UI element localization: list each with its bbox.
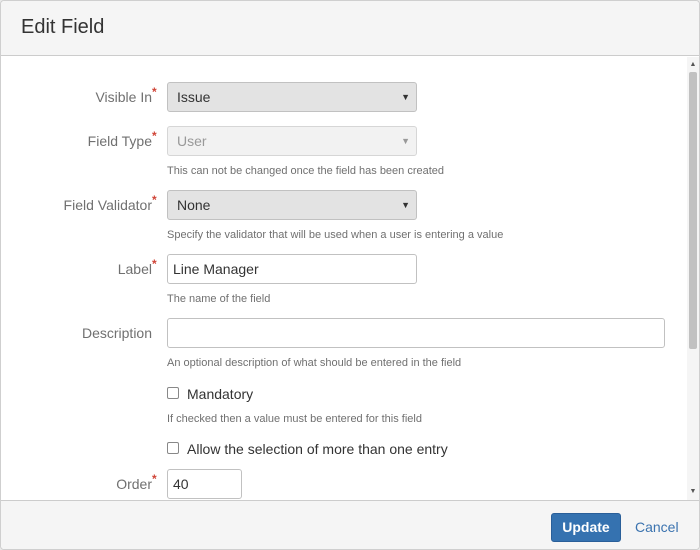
order-input[interactable]: 40 <box>167 469 242 499</box>
visible-in-select[interactable]: Issue ▼ <box>167 82 417 112</box>
required-marker: * <box>152 129 157 143</box>
field-type-value: User <box>177 133 207 149</box>
edit-field-dialog: Edit Field Visible In * Issue ▼ Field Ty… <box>0 0 700 550</box>
chevron-down-icon: ▼ <box>401 92 410 102</box>
field-validator-select[interactable]: None ▼ <box>167 190 417 220</box>
visible-in-label: Visible In <box>95 89 152 105</box>
multi-select-checkbox[interactable] <box>167 442 179 454</box>
field-validator-help: Specify the validator that will be used … <box>167 229 504 241</box>
required-marker: * <box>152 472 157 486</box>
cancel-link[interactable]: Cancel <box>635 519 679 535</box>
update-button[interactable]: Update <box>551 513 621 542</box>
visible-in-value: Issue <box>177 89 211 105</box>
label-input-value: Line Manager <box>173 261 259 277</box>
field-type-select: User ▼ <box>167 126 417 156</box>
scroll-up-icon[interactable]: ▲ <box>687 59 699 71</box>
dialog-footer: Update Cancel <box>1 500 699 549</box>
required-marker: * <box>152 193 157 207</box>
label-input[interactable]: Line Manager <box>167 254 417 284</box>
field-type-help: This can not be changed once the field h… <box>167 165 445 177</box>
mandatory-label[interactable]: Mandatory <box>187 386 253 402</box>
scrollbar[interactable]: ▲ ▼ <box>687 57 699 500</box>
mandatory-checkbox[interactable] <box>167 387 179 399</box>
dialog-header: Edit Field <box>1 1 699 56</box>
scroll-down-icon[interactable]: ▼ <box>687 486 699 498</box>
chevron-down-icon: ▼ <box>401 200 410 210</box>
field-validator-value: None <box>177 197 211 213</box>
order-input-value: 40 <box>173 476 189 492</box>
scrollbar-thumb[interactable] <box>689 72 697 349</box>
field-validator-label: Field Validator <box>63 197 152 213</box>
chevron-down-icon: ▼ <box>401 136 410 146</box>
description-input[interactable] <box>167 318 665 348</box>
multi-select-label[interactable]: Allow the selection of more than one ent… <box>187 441 448 457</box>
label-help: The name of the field <box>167 293 271 305</box>
order-label: Order <box>116 476 152 492</box>
required-marker: * <box>152 85 157 99</box>
dialog-body: Visible In * Issue ▼ Field Type * User ▼… <box>1 57 699 500</box>
field-type-label: Field Type <box>87 133 152 149</box>
description-label: Description <box>81 325 152 341</box>
dialog-title: Edit Field <box>21 16 105 38</box>
label-field-label: Label <box>117 261 152 277</box>
mandatory-help: If checked then a value must be entered … <box>167 413 422 425</box>
required-marker: * <box>152 257 157 271</box>
description-help: An optional description of what should b… <box>167 357 462 369</box>
